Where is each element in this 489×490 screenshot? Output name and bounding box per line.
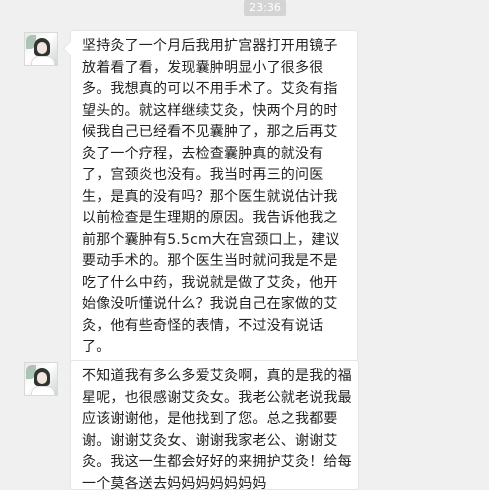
avatar-body (31, 386, 55, 395)
sender-avatar[interactable] (24, 362, 58, 396)
chat-message-bubble[interactable]: 坚持灸了一个月后我用扩宫器打开用镜子放着看了看，发现囊肿明显小了很多很多。我想真… (70, 30, 358, 366)
avatar-face (37, 42, 47, 54)
message-text: 坚持灸了一个月后我用扩宫器打开用镜子放着看了看，发现囊肿明显小了很多很多。我想真… (82, 38, 340, 355)
message-text: 不知道我有多么多爱艾灸啊，真的是我的福星呢，也很感谢艾灸女。我老公就老说我最应该… (82, 368, 352, 490)
avatar-face (37, 372, 47, 384)
message-timestamp: 23:36 (244, 0, 286, 16)
sender-avatar[interactable] (24, 32, 58, 66)
avatar-body (31, 56, 55, 65)
chat-message-bubble[interactable]: 不知道我有多么多爱艾灸啊，真的是我的福星呢，也很感谢艾灸女。我老公就老说我最应该… (70, 360, 359, 490)
